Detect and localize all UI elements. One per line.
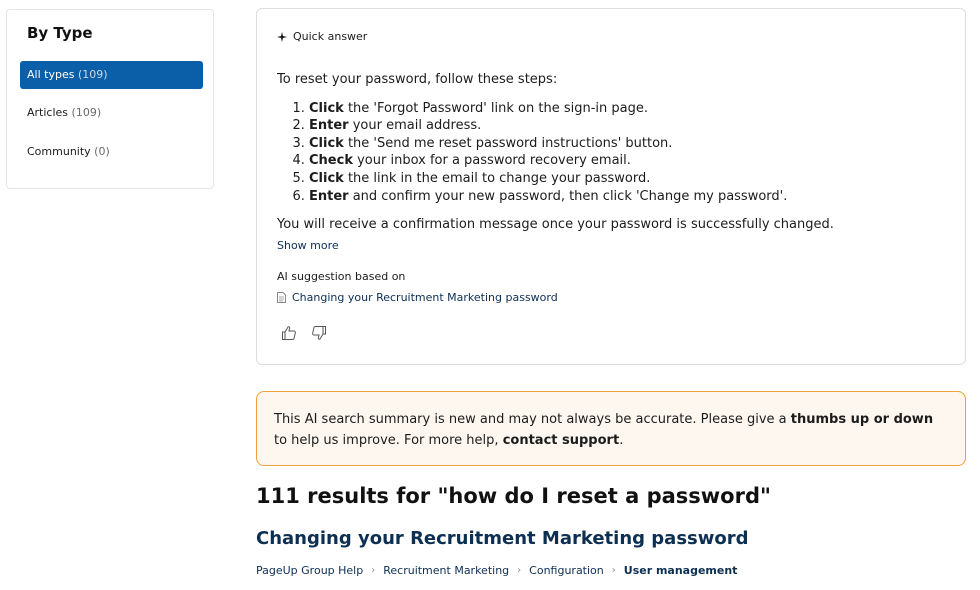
filter-count: (109) bbox=[71, 106, 102, 119]
type-filter-panel: By Type All types (109) Articles (109) C… bbox=[6, 9, 214, 189]
type-filter-title: By Type bbox=[27, 24, 93, 42]
results-heading: 111 results for "how do I reset a passwo… bbox=[256, 484, 771, 508]
ai-summary-notice: This AI search summary is new and may no… bbox=[256, 391, 966, 466]
filter-count: (109) bbox=[77, 68, 108, 81]
notice-text: . bbox=[619, 433, 624, 448]
filter-all-types[interactable]: All types (109) bbox=[20, 61, 203, 89]
breadcrumb-item[interactable]: Recruitment Marketing bbox=[383, 564, 509, 577]
filter-community[interactable]: Community (0) bbox=[20, 138, 203, 166]
show-more-link[interactable]: Show more bbox=[277, 239, 339, 252]
filter-label: Articles bbox=[27, 106, 69, 119]
filter-label: Community bbox=[27, 145, 91, 158]
answer-step: Click the link in the email to change yo… bbox=[309, 170, 937, 188]
step-text: your inbox for a password recovery email… bbox=[352, 153, 631, 169]
answer-step: Check your inbox for a password recovery… bbox=[309, 152, 937, 170]
quick-answer-header: Quick answer bbox=[277, 30, 367, 43]
result-title-link[interactable]: Changing your Recruitment Marketing pass… bbox=[256, 528, 749, 549]
ai-suggestion-label: AI suggestion based on bbox=[277, 270, 406, 283]
step-action: Enter bbox=[309, 118, 349, 134]
notice-emphasis: thumbs up or down bbox=[790, 412, 934, 427]
chevron-right-icon: › bbox=[371, 565, 376, 576]
step-action: Click bbox=[309, 100, 344, 116]
thumbs-down-button[interactable] bbox=[311, 325, 327, 341]
chevron-right-icon: › bbox=[517, 565, 522, 576]
source-article-title: Changing your Recruitment Marketing pass… bbox=[292, 291, 558, 304]
document-icon bbox=[277, 292, 286, 303]
filter-articles[interactable]: Articles (109) bbox=[20, 99, 203, 127]
breadcrumb-item[interactable]: PageUp Group Help bbox=[256, 564, 363, 577]
step-text: your email address. bbox=[348, 118, 482, 134]
answer-intro: To reset your password, follow these ste… bbox=[277, 72, 558, 87]
answer-step: Enter and confirm your new password, the… bbox=[309, 188, 937, 206]
quick-answer-card: Quick answer To reset your password, fol… bbox=[256, 8, 966, 365]
thumbs-up-button[interactable] bbox=[281, 325, 297, 341]
answer-step: Click the 'Send me reset password instru… bbox=[309, 135, 937, 153]
step-action: Check bbox=[309, 153, 353, 169]
step-action: Click bbox=[309, 135, 344, 151]
step-text: the 'Send me reset password instructions… bbox=[343, 135, 673, 151]
thumbs-up-icon bbox=[282, 326, 296, 340]
notice-text: to help us improve. For more help, bbox=[274, 433, 503, 448]
breadcrumb-item[interactable]: Configuration bbox=[529, 564, 604, 577]
answer-outro: You will receive a confirmation message … bbox=[277, 217, 834, 233]
answer-steps: Click the 'Forgot Password' link on the … bbox=[277, 100, 937, 206]
step-action: Enter bbox=[309, 188, 349, 204]
quick-answer-label: Quick answer bbox=[293, 30, 368, 43]
source-article-link[interactable]: Changing your Recruitment Marketing pass… bbox=[277, 291, 558, 304]
step-text: the 'Forgot Password' link on the sign-i… bbox=[343, 100, 648, 116]
breadcrumb-current[interactable]: User management bbox=[624, 564, 738, 577]
quick-answer-body: To reset your password, follow these ste… bbox=[277, 71, 937, 236]
thumbs-down-icon bbox=[312, 326, 326, 340]
notice-text: This AI search summary is new and may no… bbox=[274, 412, 791, 427]
filter-label: All types bbox=[27, 68, 75, 81]
answer-step: Click the 'Forgot Password' link on the … bbox=[309, 100, 937, 118]
chevron-right-icon: › bbox=[611, 565, 616, 576]
step-text: and confirm your new password, then clic… bbox=[348, 188, 788, 204]
contact-support-link[interactable]: contact support bbox=[503, 433, 620, 448]
answer-step: Enter your email address. bbox=[309, 117, 937, 135]
breadcrumb: PageUp Group Help › Recruitment Marketin… bbox=[256, 564, 737, 577]
feedback-buttons bbox=[281, 325, 327, 341]
step-text: the link in the email to change your pas… bbox=[343, 170, 651, 186]
step-action: Click bbox=[309, 170, 344, 186]
sparkle-icon bbox=[277, 31, 287, 42]
filter-count: (0) bbox=[94, 145, 110, 158]
